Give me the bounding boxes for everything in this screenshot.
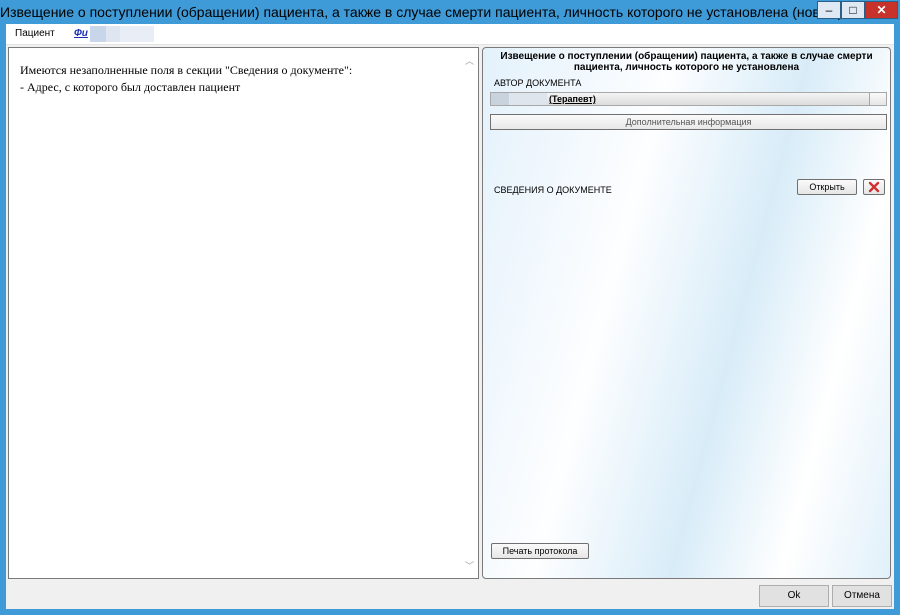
patient-name-link[interactable]: Фи	[74, 28, 88, 39]
dialog-footer: Ok Отмена	[6, 583, 894, 609]
redacted-patient-name	[120, 26, 154, 42]
ok-button[interactable]: Ok	[759, 585, 829, 607]
redacted-patient-name	[90, 26, 106, 42]
close-button[interactable]: ✕	[865, 1, 898, 19]
maximize-icon: □	[849, 3, 857, 17]
document-info-section-label: СВЕДЕНИЯ О ДОКУМЕНТЕ	[494, 185, 612, 195]
scroll-up-icon[interactable]: ︿	[465, 54, 474, 67]
menu-bar: Пациент Фи	[6, 24, 894, 45]
validation-message-panel[interactable]: Имеются незаполненные поля в секции "Све…	[8, 47, 479, 579]
author-field[interactable]: (Терапевт)	[490, 92, 887, 106]
scroll-down-icon[interactable]: ﹀	[465, 559, 474, 572]
additional-info-button[interactable]: Дополнительная информация	[490, 114, 887, 130]
dialog-client-area: Пациент Фи Имеются незаполненные поля в …	[6, 24, 894, 609]
validation-message: Имеются незаполненные поля в секции "Све…	[20, 62, 352, 96]
redacted-author-name	[491, 93, 509, 105]
delete-icon	[868, 181, 880, 193]
print-protocol-button[interactable]: Печать протокола	[491, 543, 589, 559]
author-label: АВТОР ДОКУМЕНТА	[494, 78, 582, 88]
cancel-button[interactable]: Отмена	[832, 585, 892, 607]
window-title: Извещение о поступлении (обращении) паци…	[0, 4, 843, 20]
redacted-author-name	[509, 93, 547, 105]
validation-message-line: - Адрес, с которого был доставлен пациен…	[20, 80, 241, 94]
author-select-button[interactable]	[869, 93, 886, 105]
dialog-window: Извещение о поступлении (обращении) паци…	[0, 0, 900, 615]
close-icon: ✕	[876, 3, 887, 17]
menu-item-patient[interactable]: Пациент	[15, 28, 55, 39]
redacted-patient-name	[106, 26, 120, 42]
title-bar[interactable]: Извещение о поступлении (обращении) паци…	[0, 0, 900, 24]
document-title: Извещение о поступлении (обращении) паци…	[500, 51, 873, 73]
delete-button[interactable]	[863, 179, 885, 195]
document-panel: Извещение о поступлении (обращении) паци…	[482, 47, 891, 579]
minimize-icon: –	[825, 3, 833, 17]
minimize-button[interactable]: –	[817, 1, 841, 19]
validation-message-line: Имеются незаполненные поля в секции "Све…	[20, 63, 353, 77]
open-button[interactable]: Открыть	[797, 179, 857, 195]
author-value[interactable]: (Терапевт)	[549, 94, 596, 104]
maximize-button[interactable]: □	[841, 1, 865, 19]
